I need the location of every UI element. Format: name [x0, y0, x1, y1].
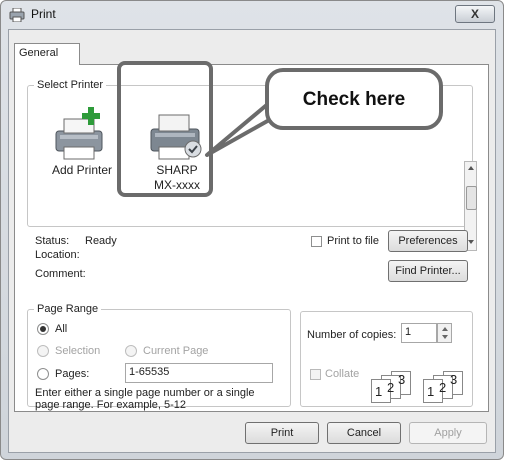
- check-here-callout: Check here: [265, 68, 443, 130]
- collate-checkbox[interactable]: [310, 369, 321, 380]
- collate-page-2: 2: [439, 380, 447, 395]
- all-radio[interactable]: [37, 323, 49, 335]
- print-to-file-checkbox[interactable]: [311, 236, 322, 247]
- all-label: All: [55, 323, 68, 335]
- copies-input[interactable]: 1: [401, 323, 437, 343]
- status-label: Status:: [35, 235, 70, 247]
- add-printer-item[interactable]: Add Printer: [40, 101, 124, 199]
- pages-radio[interactable]: [37, 368, 49, 380]
- spin-down-icon: [442, 335, 448, 339]
- page-range-legend: Page Range: [37, 303, 99, 315]
- comment-label: Comment:: [35, 268, 86, 280]
- preferences-button[interactable]: Preferences: [388, 230, 468, 252]
- selection-label: Selection: [55, 345, 101, 357]
- close-button[interactable]: X: [455, 5, 495, 23]
- page-range-help-line1: Enter either a single page number or a s…: [35, 387, 255, 399]
- cancel-button[interactable]: Cancel: [327, 422, 401, 444]
- select-printer-legend: Select Printer: [37, 79, 104, 91]
- pages-input[interactable]: 1-65535: [125, 363, 273, 383]
- collate-page-2: 2: [387, 380, 395, 395]
- printer-icon: [9, 8, 25, 22]
- copies-spinner[interactable]: [437, 323, 452, 343]
- scroll-up-arrow-icon: [468, 166, 474, 170]
- spin-up-icon: [442, 327, 448, 331]
- print-to-file-label: Print to file: [327, 235, 379, 247]
- current-page-radio[interactable]: [125, 345, 137, 357]
- tab-general[interactable]: General: [14, 43, 80, 65]
- print-dialog: Print X General Select Printer Add Print…: [0, 0, 504, 460]
- collate-illustration-2: 1 2 3: [423, 371, 467, 403]
- selection-radio[interactable]: [37, 345, 49, 357]
- status-value: Ready: [85, 235, 117, 247]
- window-title: Print: [31, 7, 56, 21]
- radio-selected-dot: [40, 326, 46, 332]
- number-of-copies-label: Number of copies:: [307, 329, 397, 341]
- collate-page-3: 3: [398, 372, 406, 387]
- collate-page-1: 1: [375, 384, 383, 399]
- close-icon: X: [470, 7, 479, 21]
- collate-illustration-1: 1 2 3: [371, 371, 415, 403]
- pages-label: Pages:: [55, 368, 90, 380]
- page-range-help-line2: page range. For example, 5-12: [35, 399, 187, 411]
- add-printer-label: Add Printer: [51, 163, 113, 177]
- add-printer-icon: [55, 107, 103, 160]
- scroll-down-arrow-icon: [468, 240, 474, 244]
- collate-page-1: 1: [427, 384, 435, 399]
- find-printer-button[interactable]: Find Printer...: [388, 260, 468, 282]
- apply-button[interactable]: Apply: [409, 422, 487, 444]
- scroll-thumb[interactable]: [466, 186, 477, 210]
- current-page-label: Current Page: [143, 345, 209, 357]
- print-button[interactable]: Print: [245, 422, 319, 444]
- collate-page-3: 3: [450, 372, 458, 387]
- title-bar: Print X: [1, 1, 503, 29]
- location-label: Location:: [35, 249, 80, 261]
- callout-text: Check here: [302, 89, 406, 110]
- collate-label: Collate: [325, 368, 360, 380]
